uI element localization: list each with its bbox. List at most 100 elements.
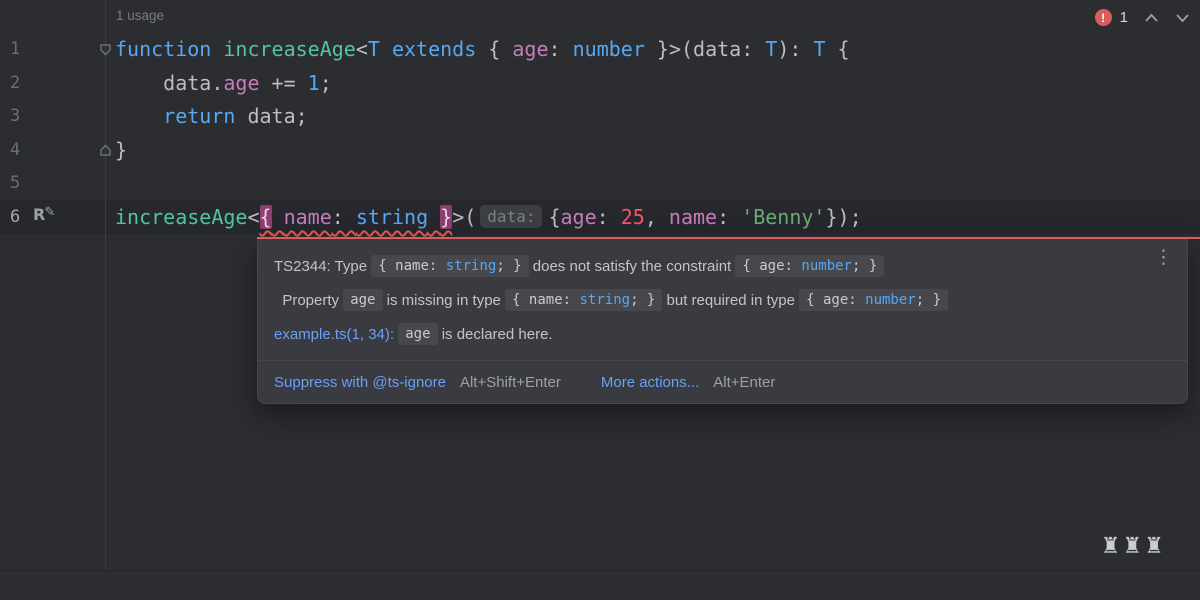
code-token xyxy=(211,37,223,61)
code-token: : xyxy=(597,205,621,229)
ide-editor: 1 usage ! 1 123456 function increaseAge<… xyxy=(0,0,1200,600)
code-token: ; xyxy=(320,71,332,95)
more-actions-shortcut: Alt+Enter xyxy=(713,374,775,391)
line-number[interactable]: 2 xyxy=(10,66,50,100)
code-token xyxy=(380,37,392,61)
code-line[interactable]: return data; xyxy=(115,99,308,133)
code-token: function xyxy=(115,37,211,61)
code-token: increaseAge xyxy=(223,37,355,61)
tooltip-text: Property xyxy=(274,292,343,309)
code-token: age xyxy=(405,326,430,342)
code-line[interactable]: } xyxy=(115,133,127,167)
code-token: string xyxy=(579,292,630,308)
inline-code-chip: { name: string; } xyxy=(505,289,662,311)
error-tooltip: ⋮ TS2344: Type { name: string; } does no… xyxy=(257,238,1188,404)
matched-brace-highlight: } xyxy=(440,205,452,229)
code-token: : xyxy=(717,205,741,229)
kebab-menu-icon[interactable]: ⋮ xyxy=(1154,248,1173,266)
tooltip-text: is declared here. xyxy=(438,326,553,343)
tooltip-footer: Suppress with @ts-ignore Alt+Shift+Enter… xyxy=(258,361,1187,403)
code-token: age xyxy=(512,37,548,61)
code-token: extends xyxy=(392,37,476,61)
error-exclamation: ! xyxy=(1101,11,1105,25)
tower-icon: ♜ xyxy=(1101,534,1123,559)
code-token: string xyxy=(446,258,497,274)
code-token: T xyxy=(813,37,825,61)
code-token: return xyxy=(163,104,235,128)
tower-icon: ♜ xyxy=(1144,534,1166,559)
code-token: ; } xyxy=(630,292,655,308)
code-token: >( xyxy=(452,205,476,229)
code-token: age xyxy=(223,71,259,95)
error-icon: ! xyxy=(1095,9,1112,26)
chevron-up-icon[interactable] xyxy=(1144,13,1159,23)
chevron-down-icon[interactable] xyxy=(1175,13,1190,23)
code-token: { name: xyxy=(512,292,579,308)
tooltip-row: example.ts(1, 34): age is declared here. xyxy=(274,318,1171,352)
code-token: number xyxy=(573,37,645,61)
code-line[interactable]: function increaseAge<T extends { age: nu… xyxy=(115,32,850,66)
pencil-icon: ✎ xyxy=(44,205,55,220)
tooltip-text: TS2344: Type xyxy=(274,258,371,275)
line-number[interactable]: 5 xyxy=(10,166,50,200)
code-token: 1 xyxy=(308,71,320,95)
matched-brace-highlight: { xyxy=(260,205,272,229)
status-bar xyxy=(0,570,1200,600)
file-location-link[interactable]: example.ts(1, 34): xyxy=(274,326,394,343)
code-token: { age: xyxy=(742,258,801,274)
tooltip-message: TS2344: Type { name: string; } does not … xyxy=(258,238,1187,360)
error-squiggle: { name: string } xyxy=(260,205,453,229)
code-token: { name: xyxy=(378,258,445,274)
code-token: } xyxy=(115,138,127,162)
inline-code-chip: { age: number; } xyxy=(799,289,948,311)
fold-marker-icon[interactable] xyxy=(99,43,112,56)
line-number[interactable]: 3 xyxy=(10,99,50,133)
tooltip-row: Property age is missing in type { name: … xyxy=(274,284,1171,318)
suppress-shortcut: Alt+Shift+Enter xyxy=(460,374,561,391)
code-token xyxy=(272,205,284,229)
code-token: ): xyxy=(777,37,813,61)
refactoring-gutter-icon[interactable]: R✎ xyxy=(33,205,56,229)
tower-marker-icons[interactable]: ♜♜♜ xyxy=(1101,534,1166,559)
line-number[interactable]: 1 xyxy=(10,32,50,66)
code-token: number xyxy=(865,292,916,308)
code-token: , xyxy=(645,205,669,229)
more-actions-link[interactable]: More actions... xyxy=(601,374,699,391)
parameter-name-inlay-hint: data: xyxy=(480,205,542,228)
code-token: { xyxy=(548,205,560,229)
code-token: ; } xyxy=(852,258,877,274)
code-token: string xyxy=(356,205,428,229)
code-line[interactable]: increaseAge<{ name: string }>(data:{age:… xyxy=(115,200,862,234)
error-underline-stripe xyxy=(257,237,1200,239)
code-token: T xyxy=(765,37,777,61)
code-token: data; xyxy=(235,104,307,128)
suppress-link[interactable]: Suppress with @ts-ignore xyxy=(274,374,446,391)
code-token: { age: xyxy=(806,292,865,308)
code-token: { xyxy=(826,37,850,61)
code-token xyxy=(115,104,163,128)
usages-hint[interactable]: 1 usage xyxy=(116,8,164,23)
code-token: T xyxy=(368,37,380,61)
code-token: }>(data: xyxy=(645,37,765,61)
tooltip-text: is missing in type xyxy=(383,292,506,309)
code-token: age xyxy=(561,205,597,229)
code-token: 25 xyxy=(621,205,645,229)
tower-icon: ♜ xyxy=(1123,534,1145,559)
code-token: number xyxy=(801,258,852,274)
code-token: < xyxy=(247,205,259,229)
tooltip-text: but required in type xyxy=(662,292,799,309)
code-token: data. xyxy=(115,71,223,95)
inspections-widget[interactable]: ! 1 xyxy=(1095,9,1190,26)
line-number[interactable]: 4 xyxy=(10,133,50,167)
fold-marker-icon[interactable] xyxy=(99,144,112,157)
inline-code-chip: { age: number; } xyxy=(735,255,884,277)
gutter-separator xyxy=(105,0,106,570)
code-token: increaseAge xyxy=(115,205,247,229)
code-token: += xyxy=(260,71,308,95)
code-line[interactable]: data.age += 1; xyxy=(115,66,332,100)
error-count: 1 xyxy=(1120,9,1128,26)
inline-code-chip: age xyxy=(343,289,382,311)
code-token: : xyxy=(332,205,356,229)
tooltip-text: does not satisfy the constraint xyxy=(529,258,736,275)
code-token: : xyxy=(549,37,573,61)
